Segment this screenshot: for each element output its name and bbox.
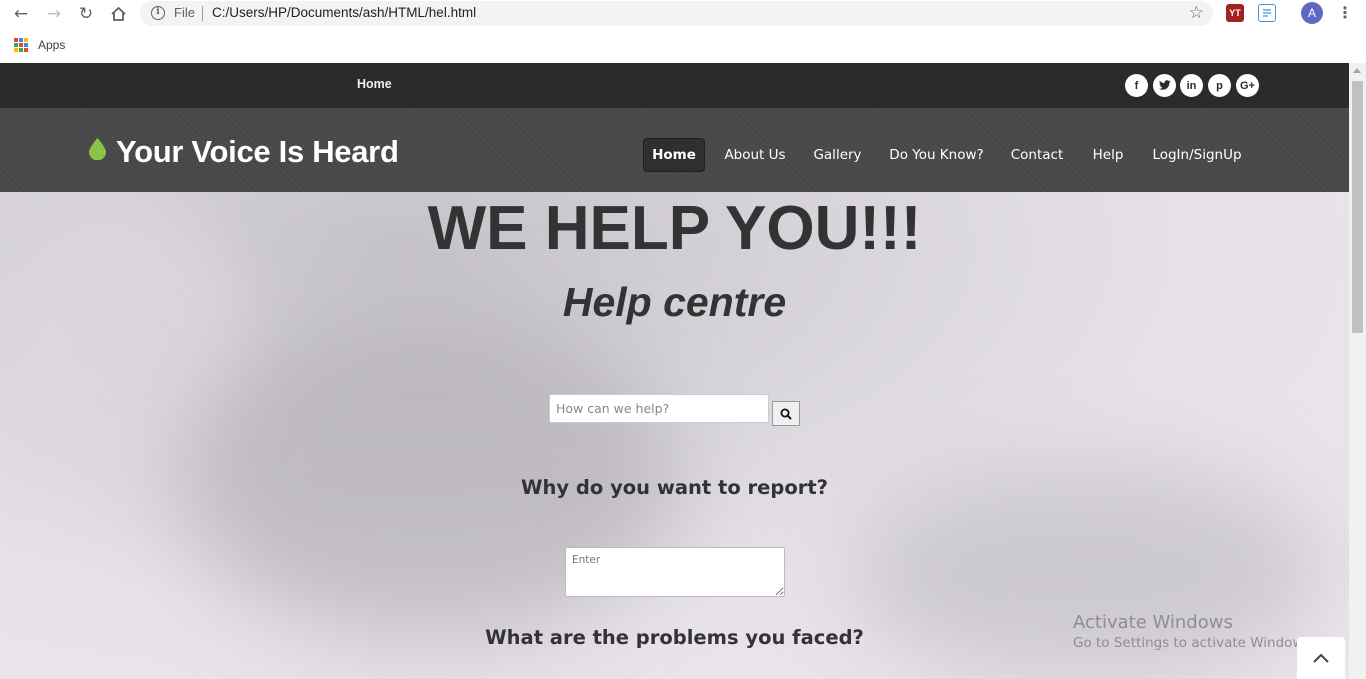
url-text[interactable]: C:/Users/HP/Documents/ash/HTML/hel.html xyxy=(212,5,476,20)
nav-home[interactable]: Home xyxy=(643,138,705,172)
bookmarks-bar: Apps xyxy=(0,28,1366,63)
apps-grid-icon[interactable] xyxy=(14,38,28,52)
topbar-home-link[interactable]: Home xyxy=(357,77,392,91)
address-bar[interactable]: i File C:/Users/HP/Documents/ash/HTML/he… xyxy=(140,1,1213,26)
linkedin-icon[interactable]: in xyxy=(1180,74,1203,97)
apps-bookmark-label[interactable]: Apps xyxy=(38,38,65,52)
scroll-up-arrow-icon[interactable] xyxy=(1353,68,1361,73)
help-search-input[interactable] xyxy=(549,394,769,423)
search-icon xyxy=(780,408,792,420)
site-info-icon[interactable]: i xyxy=(151,6,165,20)
activate-title: Activate Windows xyxy=(1073,612,1233,633)
webpage-viewport: Home f in p G+ Your Voice Is Heard Home … xyxy=(0,63,1349,679)
nav-contact[interactable]: Contact xyxy=(1005,138,1069,172)
browser-menu-icon[interactable]: ⋮ xyxy=(1337,2,1353,24)
nav-help[interactable]: Help xyxy=(1086,138,1130,172)
facebook-icon[interactable]: f xyxy=(1125,74,1148,97)
address-separator xyxy=(202,6,203,21)
google-plus-icon[interactable]: G+ xyxy=(1236,74,1259,97)
profile-avatar[interactable]: A xyxy=(1301,2,1323,24)
report-reason-heading: Why do you want to report? xyxy=(521,476,828,499)
scrollbar-thumb[interactable] xyxy=(1352,81,1363,333)
brand-logo-text[interactable]: Your Voice Is Heard xyxy=(116,134,399,170)
home-icon[interactable] xyxy=(107,3,129,25)
activate-subtitle: Go to Settings to activate Windows. xyxy=(1073,635,1315,651)
browser-toolbar: ← → ↻ i File C:/Users/HP/Documents/ash/H… xyxy=(0,0,1366,28)
twitter-icon[interactable] xyxy=(1153,74,1176,97)
forward-arrow-icon[interactable]: → xyxy=(43,3,65,25)
nav-about-us[interactable]: About Us xyxy=(718,138,792,172)
chevron-up-icon xyxy=(1313,653,1329,663)
report-reason-textarea[interactable] xyxy=(565,547,785,597)
nav-login-signup[interactable]: LogIn/SignUp xyxy=(1147,138,1247,172)
page-title: WE HELP YOU!!! xyxy=(427,194,922,263)
back-arrow-icon[interactable]: ← xyxy=(10,3,32,25)
windows-activation-watermark: Activate Windows Go to Settings to activ… xyxy=(1073,612,1315,651)
pinterest-icon[interactable]: p xyxy=(1208,74,1231,97)
nav-do-you-know[interactable]: Do You Know? xyxy=(883,138,990,172)
bookmark-star-icon[interactable]: ☆ xyxy=(1189,3,1204,23)
page-subtitle: Help centre xyxy=(562,279,787,325)
scroll-to-top-button[interactable] xyxy=(1297,637,1345,679)
notes-extension-icon[interactable] xyxy=(1258,4,1276,22)
youtube-extension-icon[interactable]: YT xyxy=(1226,4,1244,22)
search-button[interactable] xyxy=(772,401,800,426)
site-topbar: Home f in p G+ xyxy=(0,63,1349,108)
main-navbar: Your Voice Is Heard Home About Us Galler… xyxy=(0,108,1349,192)
file-scheme-label: File xyxy=(174,5,195,20)
brand-drop-icon xyxy=(89,138,106,160)
nav-gallery[interactable]: Gallery xyxy=(807,138,868,172)
page-scrollbar[interactable] xyxy=(1349,63,1366,679)
reload-icon[interactable]: ↻ xyxy=(75,3,97,25)
